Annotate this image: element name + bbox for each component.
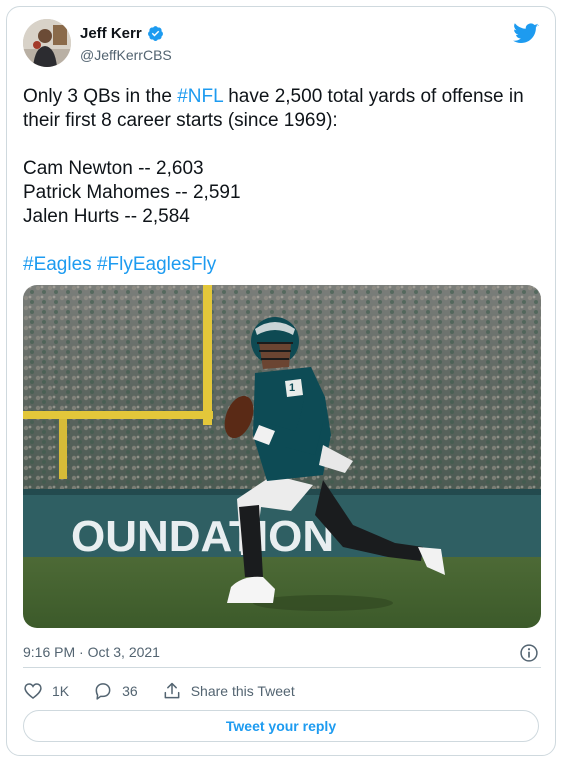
list-item: Jalen Hurts -- 2,584 — [23, 206, 190, 227]
author-name[interactable]: Jeff Kerr — [80, 25, 142, 42]
tweet-intro: Only 3 QBs in the #NFL have 2,500 total … — [23, 85, 543, 133]
share-label: Share this Tweet — [190, 683, 295, 699]
list-item: Patrick Mahomes -- 2,591 — [23, 182, 241, 203]
reply-count: 36 — [122, 683, 138, 699]
heart-icon — [24, 683, 42, 700]
tweet-card: Jeff Kerr @JeffKerrCBS Only 3 QBs in the… — [6, 6, 556, 756]
hashtag-nfl[interactable]: #NFL — [177, 86, 223, 107]
verified-badge-icon — [147, 26, 163, 41]
info-icon[interactable] — [519, 643, 539, 663]
share-icon — [164, 682, 180, 699]
hashtag-flyeaglesfly[interactable]: #FlyEaglesFly — [97, 254, 216, 275]
author-handle[interactable]: @JeffKerrCBS — [80, 47, 172, 63]
tweet-header: Jeff Kerr @JeffKerrCBS — [23, 19, 543, 77]
avatar[interactable] — [23, 19, 71, 67]
timestamp[interactable]: 9:16 PM · Oct 3, 2021 — [23, 644, 160, 660]
list-item: Cam Newton -- 2,603 — [23, 158, 204, 179]
action-bar: 1K 36 Share this Tweet — [23, 677, 541, 705]
like-count: 1K — [52, 683, 70, 699]
tweet-meta: 9:16 PM · Oct 3, 2021 — [23, 639, 543, 665]
tweet-photo[interactable]: OUNDATION 1 — [23, 285, 541, 628]
like-button[interactable]: 1K — [23, 681, 69, 701]
hashtag-eagles[interactable]: #Eagles — [23, 254, 92, 275]
reply-action-button[interactable]: 36 — [93, 681, 138, 701]
divider — [23, 667, 541, 668]
author-name-row: Jeff Kerr — [80, 25, 164, 42]
reply-icon — [95, 683, 111, 700]
banner-text: OUNDATION — [71, 512, 334, 561]
twitter-bird-icon[interactable] — [513, 23, 539, 45]
tweet-text: Only 3 QBs in the #NFL have 2,500 total … — [23, 85, 543, 277]
share-button[interactable]: Share this Tweet — [162, 681, 295, 701]
tweet-your-reply-button[interactable]: Tweet your reply — [23, 710, 539, 742]
hashtag-row: #Eagles #FlyEaglesFly — [23, 253, 543, 277]
jersey-number: 1 — [289, 382, 295, 394]
tweet-intro-start: Only 3 QBs in the — [23, 86, 178, 107]
